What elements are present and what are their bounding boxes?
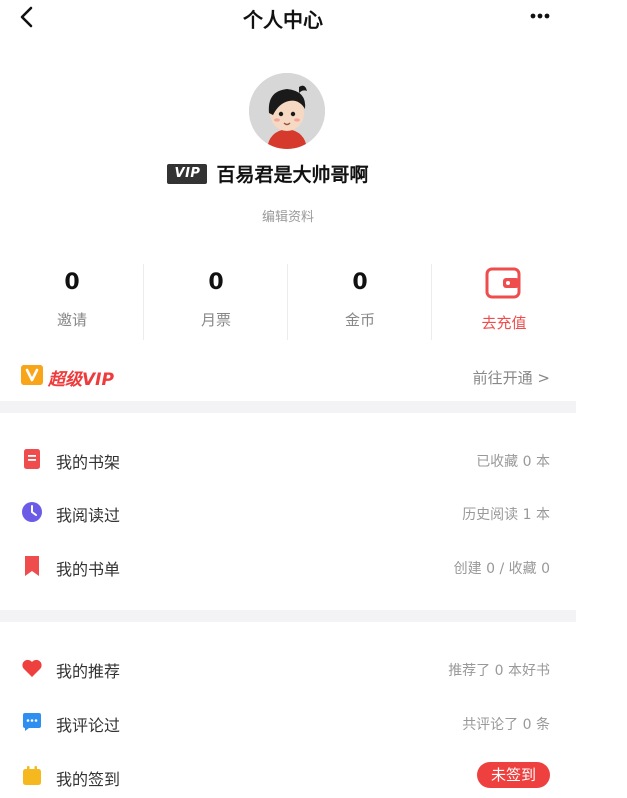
wallet-icon bbox=[485, 267, 521, 299]
clock-icon bbox=[22, 502, 42, 522]
comment-icon bbox=[23, 713, 41, 731]
profile-page: 个人中心 VIP 百易君是大帅哥啊 编辑资料 0 邀请 0 月票 0 金币 去充… bbox=[0, 0, 576, 789]
open-vip-link[interactable]: 前往开通 > bbox=[473, 367, 550, 388]
checkin-icon bbox=[23, 766, 41, 785]
bookmark-icon bbox=[25, 556, 39, 576]
recharge-button[interactable]: 去充值 bbox=[432, 262, 576, 342]
menu-value: 已收藏 0 本 bbox=[476, 454, 550, 470]
bookshelf-icon bbox=[24, 449, 40, 469]
menu-item-reading-history[interactable]: 我阅读过 历史阅读 1 本 bbox=[0, 490, 576, 534]
menu-label: 我的签到 bbox=[56, 770, 121, 789]
stat-value: 0 bbox=[352, 270, 368, 295]
user-name-row: VIP 百易君是大帅哥啊 bbox=[0, 160, 536, 187]
checkin-status-badge[interactable]: 未签到 bbox=[476, 762, 550, 788]
super-vip-row[interactable]: 超级VIP 前往开通 > bbox=[0, 360, 576, 394]
edit-profile-link[interactable]: 编辑资料 bbox=[0, 206, 576, 225]
header-bar: 个人中心 bbox=[0, 0, 576, 36]
stat-label: 邀请 bbox=[56, 311, 87, 329]
page-title: 个人中心 bbox=[243, 8, 323, 32]
stat-label: 月票 bbox=[200, 311, 231, 329]
menu-label: 我的推荐 bbox=[56, 662, 121, 681]
stat-value: 0 bbox=[64, 270, 80, 295]
menu-value: 历史阅读 1 本 bbox=[462, 507, 550, 523]
menu-item-bookshelf[interactable]: 我的书架 已收藏 0 本 bbox=[0, 437, 576, 481]
menu-label: 我评论过 bbox=[56, 716, 121, 735]
menu-value: 推荐了 0 本好书 bbox=[448, 663, 550, 679]
menu-item-recommend[interactable]: 我的推荐 推荐了 0 本好书 bbox=[0, 646, 576, 690]
avatar-image bbox=[249, 73, 325, 149]
menu-item-booklist[interactable]: 我的书单 创建 0 / 收藏 0 bbox=[0, 544, 576, 588]
stat-coins[interactable]: 0 金币 bbox=[288, 262, 432, 342]
stat-invite[interactable]: 0 邀请 bbox=[0, 262, 144, 342]
menu-label: 我的书单 bbox=[56, 560, 121, 579]
more-button[interactable] bbox=[526, 6, 554, 26]
menu-label: 我的书架 bbox=[56, 453, 121, 472]
menu-item-checkin[interactable]: 我的签到 未签到 bbox=[0, 754, 576, 798]
recharge-label: 去充值 bbox=[481, 314, 527, 332]
menu-item-comments[interactable]: 我评论过 共评论了 0 条 bbox=[0, 700, 576, 744]
menu-label: 我阅读过 bbox=[56, 506, 121, 525]
stat-label: 金币 bbox=[344, 311, 375, 329]
heart-icon bbox=[22, 659, 42, 677]
menu-value: 创建 0 / 收藏 0 bbox=[453, 561, 550, 577]
section-gap bbox=[0, 610, 576, 622]
stat-monthly-ticket[interactable]: 0 月票 bbox=[144, 262, 288, 342]
super-vip-label: 超级VIP bbox=[48, 370, 114, 390]
stat-value: 0 bbox=[208, 270, 224, 295]
vip-v-icon bbox=[21, 365, 43, 385]
menu-value: 共评论了 0 条 bbox=[462, 717, 550, 733]
avatar[interactable] bbox=[249, 73, 325, 149]
user-name: 百易君是大帅哥啊 bbox=[216, 164, 369, 186]
vip-badge: VIP bbox=[167, 163, 208, 184]
stats-row: 0 邀请 0 月票 0 金币 去充值 bbox=[0, 262, 576, 342]
more-dots-icon bbox=[530, 13, 550, 19]
section-gap bbox=[0, 401, 576, 413]
